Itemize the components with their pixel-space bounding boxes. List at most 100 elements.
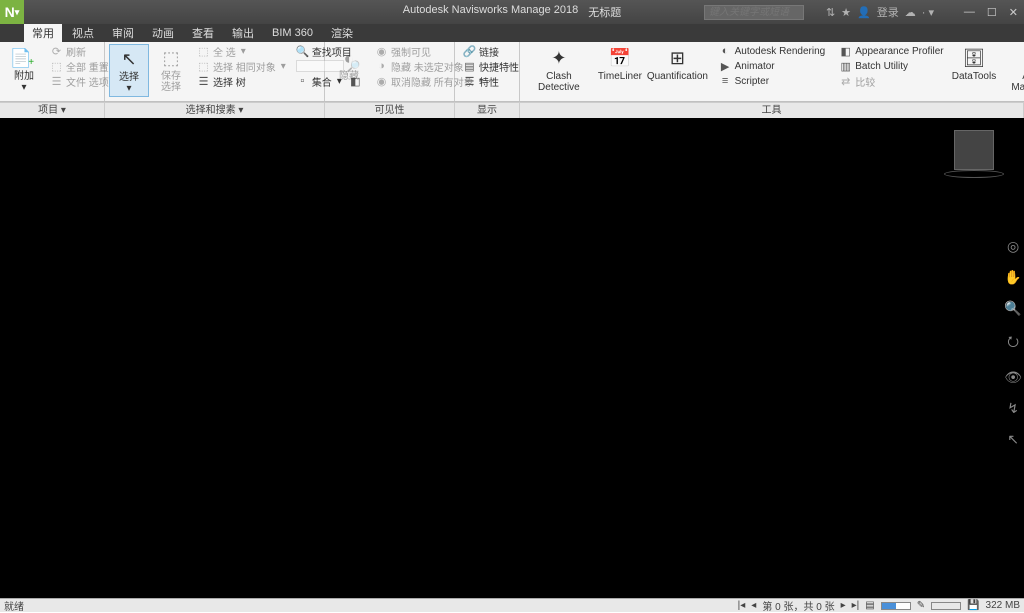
cloud-icon[interactable]: ☁ [905,6,916,19]
doc-title: 无标题 [588,4,621,20]
app-manager-icon: ⊞ [1018,46,1024,70]
quick-properties-button[interactable]: ▤快捷特性 [459,59,523,73]
timeliner-icon: 📅 [607,46,633,70]
properties-button[interactable]: ☰特性 [459,74,523,88]
walk-icon[interactable]: ↯ [1007,400,1019,417]
save-selection-icon: ⬚ [158,46,184,70]
steering-wheel-icon[interactable]: ◎ [1007,238,1019,255]
panel-label-select[interactable]: 选择和搜素 ▾ [105,103,325,118]
app-title: Autodesk Navisworks Manage 2018 [403,4,578,20]
hide-icon: ◐ [336,46,362,70]
select-all-icon: ⬚ [197,45,210,58]
panel-display: 🔗链接 ▤快捷特性 ☰特性 [455,42,520,101]
animator-icon: ▶ [719,60,732,73]
hide-unselected-icon: ◑ [375,60,388,73]
nav-next-icon[interactable]: ▸ [841,600,846,611]
quantification-button[interactable]: ⊞ Quantification [646,44,708,84]
append-icon: 📄+ [11,46,37,70]
cursor-icon: ↖ [116,47,142,71]
selection-tree-button[interactable]: ☰选择 树 [193,74,290,88]
progress-bar-2 [931,602,961,610]
unhide-icon: ◉ [375,75,388,88]
zoom-icon[interactable]: 🔍 [1004,300,1021,317]
search-input[interactable] [704,5,804,20]
maximize-button[interactable]: ☐ [987,6,997,19]
panel-label-tools: 工具 [520,103,1024,118]
quantification-icon: ⊞ [664,46,690,70]
datatools-button[interactable]: 🗄 DataTools [950,44,999,84]
orbit-icon[interactable]: ⭮ [1007,331,1019,355]
user-icon[interactable]: 👤 [857,6,871,19]
require-icon: ◉ [375,45,388,58]
pencil-icon[interactable]: ✎ [917,600,925,611]
nav-first-icon[interactable]: |◂ [738,600,746,611]
animator-button[interactable]: ▶Animator [715,59,830,73]
links-button[interactable]: 🔗链接 [459,44,523,58]
tab-output[interactable]: 输出 [224,23,262,43]
look-icon[interactable]: 👁 [1004,369,1022,386]
hide-button[interactable]: ◐ 隐藏 [329,44,369,84]
connect-icon[interactable]: ⇅ [826,6,835,19]
select-all-button[interactable]: ⬚全 选▾ [193,44,290,58]
sheet-browser-icon[interactable]: ▤ [865,600,874,611]
panel-tools: ✦ Clash Detective 📅 TimeLiner ⊞ Quantifi… [520,42,1024,101]
rendering-icon: ◐ [719,45,732,58]
appearance-profiler-button[interactable]: ◧Appearance Profiler [835,44,947,58]
panel-label-visibility: 可见性 [325,103,455,118]
refresh-icon: ⟳ [50,45,63,58]
app-manager-button[interactable]: ⊞ App Manager [1000,44,1024,95]
batch-utility-icon: ▥ [839,60,852,73]
appearance-profiler-icon: ◧ [839,45,852,58]
tab-render[interactable]: 渲染 [323,23,361,43]
select-same-icon: ⬚ [197,60,210,73]
tab-view[interactable]: 查看 [184,23,222,43]
minimize-button[interactable]: — [964,6,975,19]
status-memory: 322 MB [986,600,1020,611]
help-dropdown[interactable]: · ▾ [922,6,934,19]
select-tool-icon[interactable]: ↖ [1007,431,1019,448]
search-box[interactable] [704,5,804,20]
panel-label-project[interactable]: 项目 ▾ [0,103,105,118]
panel-label-display: 显示 [455,103,520,118]
append-button[interactable]: 📄+ 附加▾ [4,44,44,95]
select-button[interactable]: ↖ 选择▾ [109,44,149,97]
tab-bim360[interactable]: BIM 360 [264,25,321,41]
compare-button[interactable]: ⇄比较 [835,74,947,88]
status-sheets: 第 0 张，共 0 张 [762,598,834,613]
batch-utility-button[interactable]: ▥Batch Utility [835,59,947,73]
tree-icon: ☰ [197,75,210,88]
ribbon: 📄+ 附加▾ ⟳刷新 ⬚全部 重置... ☰文件 选项 ↖ 选择▾ ⬚ 保存 选… [0,42,1024,102]
compare-icon: ⇄ [839,75,852,88]
progress-bar-1 [881,602,911,610]
panel-labels: 项目 ▾ 选择和搜素 ▾ 可见性 显示 工具 [0,102,1024,118]
timeliner-button[interactable]: 📅 TimeLiner [596,44,644,84]
scripter-icon: ≡ [719,75,732,88]
close-button[interactable]: ✕ [1009,6,1018,19]
tab-animation[interactable]: 动画 [144,23,182,43]
panel-select-search: ↖ 选择▾ ⬚ 保存 选择 ⬚全 选▾ ⬚选择 相同对象▾ ☰选择 树 🔍查找项… [105,42,325,101]
nav-last-icon[interactable]: ▸| [852,600,860,611]
viewcube-compass[interactable] [944,170,1004,178]
nav-prev-icon[interactable]: ◂ [751,600,756,611]
login-link[interactable]: 登录 [877,4,899,20]
disk-icon[interactable]: 💾 [967,600,979,611]
viewcube[interactable] [954,130,994,170]
tab-review[interactable]: 审阅 [104,23,142,43]
datatools-icon: 🗄 [961,46,987,70]
navigation-bar: ◎ ✋ 🔍 ⭮ 👁 ↯ ↖ [1004,238,1022,448]
title-bar: N▾ Autodesk Navisworks Manage 2018 无标题 ⇅… [0,0,1024,24]
app-logo: N▾ [0,0,24,24]
quick-properties-icon: ▤ [463,60,476,73]
scripter-button[interactable]: ≡Scripter [715,74,830,88]
autodesk-rendering-button[interactable]: ◐Autodesk Rendering [715,44,830,58]
tab-viewpoint[interactable]: 视点 [64,23,102,43]
tab-home[interactable]: 常用 [24,23,62,43]
pan-icon[interactable]: ✋ [1004,269,1021,286]
save-selection-button[interactable]: ⬚ 保存 选择 [151,44,191,95]
select-same-button[interactable]: ⬚选择 相同对象▾ [193,59,290,73]
star-icon[interactable]: ★ [841,6,851,19]
viewport-3d[interactable]: ◎ ✋ 🔍 ⭮ 👁 ↯ ↖ [0,118,1024,598]
clash-detective-button[interactable]: ✦ Clash Detective [524,44,594,95]
links-icon: 🔗 [463,45,476,58]
status-bar: 就绪 |◂ ◂ 第 0 张，共 0 张 ▸ ▸| ▤ ✎ 💾 322 MB [0,598,1024,612]
